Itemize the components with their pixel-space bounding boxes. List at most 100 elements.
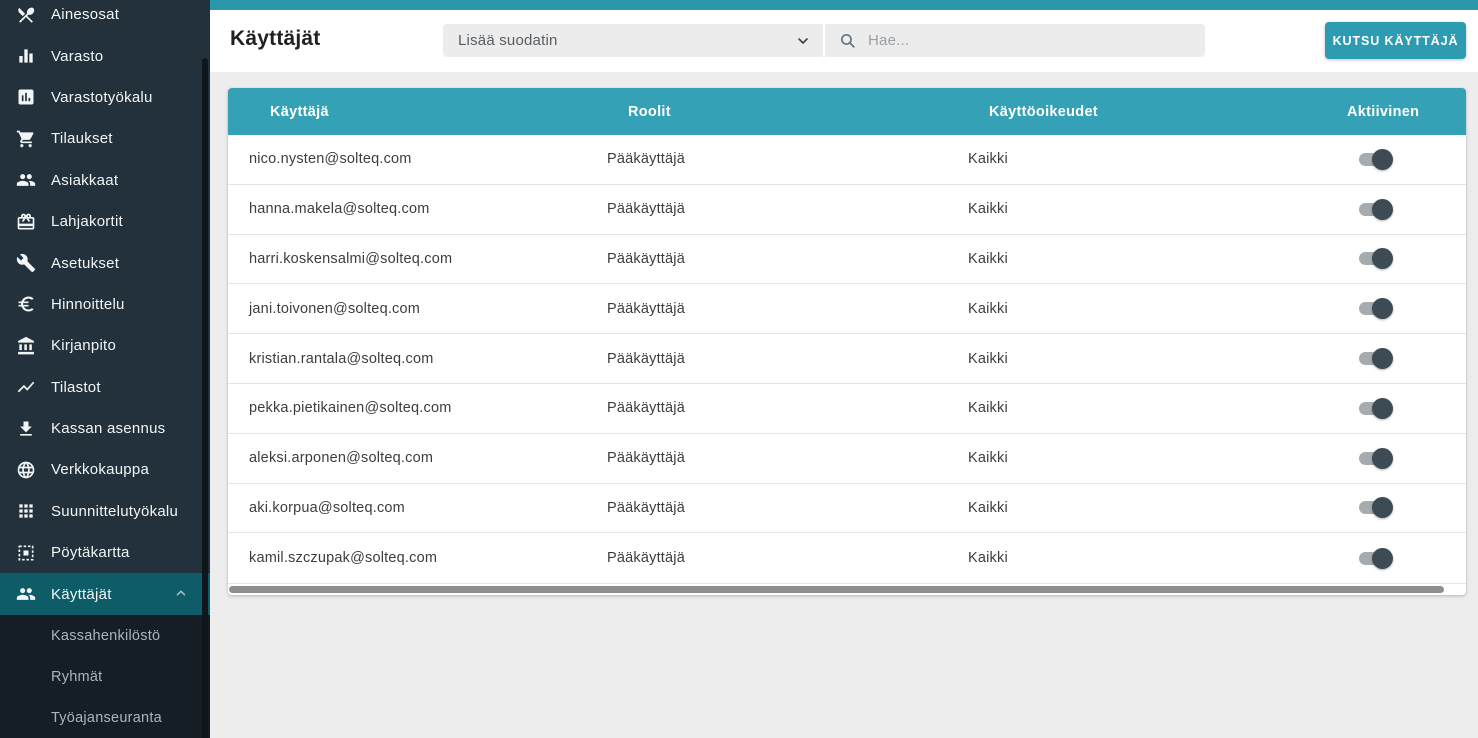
user-permissions: Kaikki <box>947 450 1317 466</box>
assessment-icon <box>16 87 36 107</box>
sidebar-item-label: Käyttäjät <box>51 586 112 603</box>
wrench-icon <box>16 253 36 273</box>
search-icon <box>839 32 856 49</box>
user-email: hanna.makela@solteq.com <box>228 201 586 217</box>
sidebar-item-ainesosat[interactable]: Ainesosat <box>0 0 210 35</box>
bank-icon <box>16 336 36 356</box>
table-row: nico.nysten@solteq.com Pääkäyttäjä Kaikk… <box>228 135 1466 185</box>
add-filter-label: Lisää suodatin <box>458 32 795 49</box>
active-toggle[interactable] <box>1359 497 1393 518</box>
sidebar-item-lahjakortit[interactable]: Lahjakortit <box>0 201 210 242</box>
sidebar-item-label: Lahjakortit <box>51 213 123 230</box>
column-header-user: Käyttäjä <box>228 104 586 120</box>
active-toggle[interactable] <box>1359 448 1393 469</box>
active-toggle[interactable] <box>1359 298 1393 319</box>
user-role: Pääkäyttäjä <box>586 251 947 267</box>
sidebar-scrollbar[interactable] <box>202 58 208 738</box>
app-topbar <box>210 0 1478 10</box>
globe-icon <box>16 460 36 480</box>
sidebar-item-label: Suunnittelutyökalu <box>51 503 178 520</box>
line-chart-icon <box>16 377 36 397</box>
sidebar-item-label: Tilaukset <box>51 130 113 147</box>
sidebar-item-label: Asiakkaat <box>51 172 118 189</box>
grid-icon <box>16 501 36 521</box>
sidebar-item-label: Kirjanpito <box>51 337 116 354</box>
sidebar-item-kayttajat[interactable]: Käyttäjät <box>0 573 210 614</box>
sidebar-item-varastotyokalu[interactable]: Varastotyökalu <box>0 77 210 118</box>
active-toggle[interactable] <box>1359 199 1393 220</box>
table-row: kristian.rantala@solteq.com Pääkäyttäjä … <box>228 334 1466 384</box>
active-toggle[interactable] <box>1359 548 1393 569</box>
sidebar-item-hinnoittelu[interactable]: Hinnoittelu <box>0 284 210 325</box>
user-email: kristian.rantala@solteq.com <box>228 351 586 367</box>
sidebar-item-tilastot[interactable]: Tilastot <box>0 367 210 408</box>
column-header-permissions: Käyttöoikeudet <box>947 104 1317 120</box>
sidebar-subitem-kassahenkilosto[interactable]: Kassahenkilöstö <box>0 615 210 656</box>
table-row: hanna.makela@solteq.com Pääkäyttäjä Kaik… <box>228 185 1466 235</box>
table-header-row: Käyttäjä Roolit Käyttöoikeudet Aktiivine… <box>228 88 1466 135</box>
user-email: jani.toivonen@solteq.com <box>228 301 586 317</box>
shopping-cart-icon <box>16 129 36 149</box>
users-table: Käyttäjä Roolit Käyttöoikeudet Aktiivine… <box>228 88 1466 595</box>
sidebar-item-label: Varastotyökalu <box>51 89 153 106</box>
active-toggle[interactable] <box>1359 248 1393 269</box>
user-permissions: Kaikki <box>947 301 1317 317</box>
user-permissions: Kaikki <box>947 251 1317 267</box>
sidebar-item-asiakkaat[interactable]: Asiakkaat <box>0 160 210 201</box>
sidebar-item-kirjanpito[interactable]: Kirjanpito <box>0 325 210 366</box>
table-map-icon <box>16 543 36 563</box>
restaurant-icon <box>16 5 36 25</box>
search-input[interactable] <box>866 31 1195 50</box>
sidebar-item-poytakartta[interactable]: Pöytäkartta <box>0 532 210 573</box>
user-email: harri.koskensalmi@solteq.com <box>228 251 586 267</box>
sidebar-item-label: Ainesosat <box>51 6 119 23</box>
people-icon <box>16 584 36 604</box>
table-row: harri.koskensalmi@solteq.com Pääkäyttäjä… <box>228 235 1466 285</box>
chevron-down-icon <box>795 33 811 49</box>
user-email: kamil.szczupak@solteq.com <box>228 550 586 566</box>
sidebar-item-suunnittelutyokalu[interactable]: Suunnittelutyökalu <box>0 491 210 532</box>
chevron-up-icon <box>174 586 188 600</box>
sidebar-item-label: Varasto <box>51 48 103 65</box>
user-email: aki.korpua@solteq.com <box>228 500 586 516</box>
horizontal-scrollbar-thumb[interactable] <box>229 586 1444 593</box>
active-toggle[interactable] <box>1359 398 1393 419</box>
user-permissions: Kaikki <box>947 400 1317 416</box>
table-row: kamil.szczupak@solteq.com Pääkäyttäjä Ka… <box>228 533 1466 583</box>
user-role: Pääkäyttäjä <box>586 301 947 317</box>
euro-icon <box>16 294 36 314</box>
user-permissions: Kaikki <box>947 351 1317 367</box>
user-permissions: Kaikki <box>947 500 1317 516</box>
content-area: Käyttäjä Roolit Käyttöoikeudet Aktiivine… <box>210 72 1478 738</box>
active-toggle[interactable] <box>1359 149 1393 170</box>
sidebar-item-asetukset[interactable]: Asetukset <box>0 242 210 283</box>
gift-icon <box>16 212 36 232</box>
search-box <box>825 24 1205 57</box>
sidebar-item-tilaukset[interactable]: Tilaukset <box>0 118 210 159</box>
sidebar-item-verkkokauppa[interactable]: Verkkokauppa <box>0 449 210 490</box>
page-header: Käyttäjät Lisää suodatin KUTSU KÄYTTÄJÄ <box>210 10 1478 72</box>
sidebar: Ainesosat Varasto Varastotyökalu Tilauks… <box>0 0 210 738</box>
sidebar-subitem-ryhmat[interactable]: Ryhmät <box>0 656 210 697</box>
invite-user-button[interactable]: KUTSU KÄYTTÄJÄ <box>1325 22 1466 59</box>
user-role: Pääkäyttäjä <box>586 500 947 516</box>
column-header-active: Aktiivinen <box>1317 104 1466 120</box>
user-role: Pääkäyttäjä <box>586 151 947 167</box>
add-filter-dropdown[interactable]: Lisää suodatin <box>443 24 823 57</box>
sidebar-item-label: Pöytäkartta <box>51 544 130 561</box>
sidebar-item-label: Tilastot <box>51 379 101 396</box>
user-role: Pääkäyttäjä <box>586 201 947 217</box>
sidebar-subitem-tyoajanseuranta[interactable]: Työajanseuranta <box>0 698 210 738</box>
user-permissions: Kaikki <box>947 550 1317 566</box>
active-toggle[interactable] <box>1359 348 1393 369</box>
sidebar-item-label: Hinnoittelu <box>51 296 125 313</box>
user-email: nico.nysten@solteq.com <box>228 151 586 167</box>
sidebar-submenu: Kassahenkilöstö Ryhmät Työajanseuranta <box>0 615 210 738</box>
table-row: aki.korpua@solteq.com Pääkäyttäjä Kaikki <box>228 484 1466 534</box>
sidebar-item-kassan-asennus[interactable]: Kassan asennus <box>0 408 210 449</box>
user-email: aleksi.arponen@solteq.com <box>228 450 586 466</box>
sidebar-item-label: Asetukset <box>51 255 119 272</box>
horizontal-scrollbar <box>228 583 1466 595</box>
sidebar-item-varasto[interactable]: Varasto <box>0 35 210 76</box>
user-role: Pääkäyttäjä <box>586 351 947 367</box>
